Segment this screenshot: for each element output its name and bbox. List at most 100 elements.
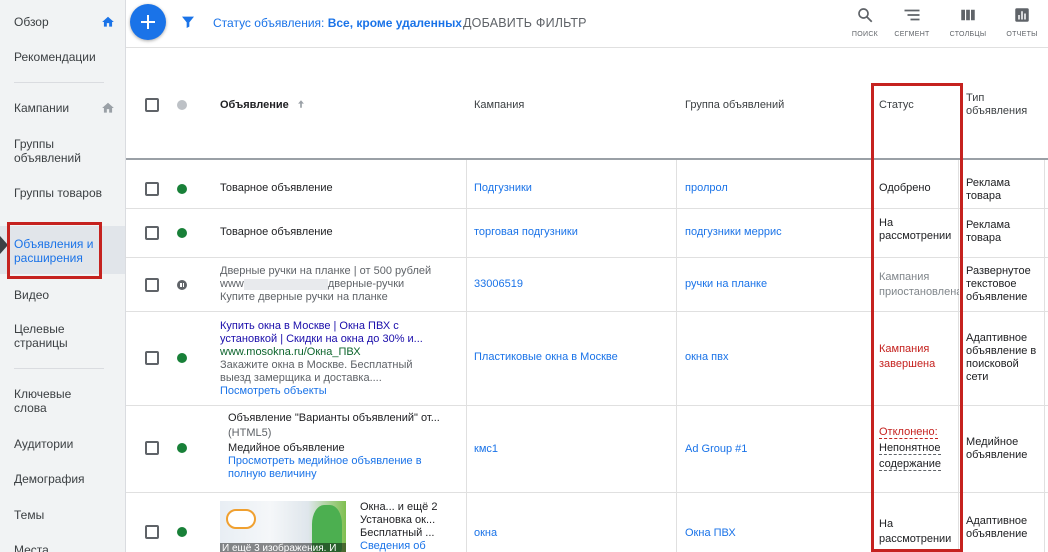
header-adgroup[interactable]: Группа объявлений — [685, 99, 784, 112]
status-filter-chip[interactable]: Статус объявления: Все, кроме удаленных — [213, 16, 462, 30]
header-campaign[interactable]: Кампания — [474, 99, 524, 112]
thumbnail-caption: И ещё 3 изображения. И — [220, 543, 346, 552]
sidebar-item-keywords[interactable]: Ключевые слова — [0, 387, 80, 415]
ad-details-link[interactable]: Сведения об — [360, 540, 460, 552]
select-all-checkbox[interactable] — [145, 98, 159, 112]
adgroup-link[interactable]: ручки на планке — [685, 278, 767, 291]
highlight-frame-status-column — [871, 83, 963, 552]
campaign-link[interactable]: Подгузники — [474, 182, 532, 195]
ad-type: Развернутое текстовое объявление — [966, 265, 1031, 303]
filter-icon[interactable] — [180, 14, 196, 30]
status-dot-enabled — [177, 184, 187, 194]
search-tool-button[interactable]: ПОИСК — [845, 6, 885, 38]
sidebar-item-video[interactable]: Видео — [0, 288, 125, 302]
adgroup-link[interactable]: подгузники меррис — [685, 226, 782, 239]
adgroup-link[interactable]: пролрол — [685, 182, 728, 195]
ad-format: (HTML5) — [228, 427, 272, 439]
campaign-link[interactable]: 33006519 — [474, 278, 523, 291]
sidebar-item-overview[interactable]: Обзор — [0, 15, 125, 29]
ad-headline: Окна... и ещё 2 — [360, 501, 438, 513]
sidebar-item-label: Кампании — [14, 101, 70, 115]
ad-display-url: www дверные-ручки — [220, 278, 460, 291]
reports-icon — [1015, 8, 1029, 22]
sidebar-item-label: Группы товаров — [14, 186, 102, 200]
ad-type: Адаптивное объявление в поисковой сети — [966, 332, 1037, 383]
row-checkbox[interactable] — [145, 278, 159, 292]
ad-url-suffix: дверные-ручки — [327, 278, 405, 290]
home-icon — [102, 16, 114, 27]
ad-headline: Дверные ручки на планке | от 500 рублей — [220, 265, 432, 277]
sidebar-item-audiences[interactable]: Аудитории — [0, 437, 125, 451]
sidebar-item-recommendations[interactable]: Рекомендации — [0, 50, 125, 64]
status-dot-enabled — [177, 228, 187, 238]
ad-headline-2[interactable]: установкой | Скидки на окна до 30% и... — [220, 333, 460, 346]
ad-description: Купите дверные ручки на планке — [220, 291, 388, 303]
sidebar-item-label: Обзор — [14, 15, 49, 29]
sidebar-item-placements[interactable]: Места — [0, 543, 125, 552]
campaign-link[interactable]: кмс1 — [474, 443, 498, 456]
ad-sitelink[interactable]: Посмотреть объекты — [220, 385, 460, 398]
adgroup-link[interactable]: Окна ПВХ — [685, 527, 736, 540]
status-dot-paused — [177, 280, 187, 290]
sidebar-item-topics[interactable]: Темы — [0, 508, 125, 522]
sidebar-divider — [14, 368, 104, 369]
status-dot-enabled — [177, 527, 187, 537]
ads-table: Объявление Кампания Группа объявлений Ст… — [126, 48, 1048, 552]
sidebar-divider — [14, 82, 104, 83]
row-checkbox[interactable] — [145, 441, 159, 455]
row-checkbox[interactable] — [145, 525, 159, 539]
ad-url-prefix: www — [220, 278, 244, 290]
search-icon — [858, 8, 873, 23]
campaign-link[interactable]: торговая подгузники — [474, 226, 578, 239]
row-checkbox[interactable] — [145, 226, 159, 240]
header-ad-label: Объявление — [220, 99, 289, 111]
campaign-link[interactable]: Пластиковые окна в Москве — [474, 351, 618, 364]
ad-type: Реклама товара — [966, 219, 1011, 244]
highlight-frame-sidebar — [7, 222, 102, 279]
segment-tool-button[interactable]: СЕГМЕНТ — [892, 6, 932, 38]
add-filter-button[interactable]: ДОБАВИТЬ ФИЛЬТР — [463, 16, 587, 30]
sidebar-item-label: Видео — [14, 288, 50, 302]
ad-description: Бесплатный ... — [360, 527, 435, 539]
sidebar-item-label: Аудитории — [14, 437, 74, 451]
ad-description-2: выезд замерщика и доставка.... — [220, 372, 382, 384]
adgroup-link[interactable]: Ad Group #1 — [685, 443, 747, 456]
header-ad[interactable]: Объявление — [220, 99, 306, 112]
status-filter-value: Все, кроме удаленных — [327, 16, 462, 30]
add-button[interactable] — [130, 4, 166, 40]
sort-arrow-up-icon — [297, 100, 304, 108]
ad-preview: Купить окна в Москве | Окна ПВХ с устано… — [220, 320, 460, 398]
ad-headline: Объявление "Варианты объявлений" от... — [228, 412, 440, 424]
ad-headline[interactable]: Купить окна в Москве | Окна ПВХ с — [220, 320, 460, 333]
sidebar-item-label: Темы — [14, 508, 45, 522]
columns-tool-button[interactable]: СТОЛБЦЫ — [948, 6, 988, 38]
sidebar-item-demographics[interactable]: Демография — [0, 472, 125, 486]
ad-preview: Дверные ручки на планке | от 500 рублей … — [220, 265, 460, 304]
ad-view-full-link[interactable]: Просмотреть медийное объявление в полную… — [228, 455, 458, 481]
ad-preview: Объявление "Варианты объявлений" от... (… — [228, 412, 458, 481]
row-checkbox[interactable] — [145, 182, 159, 196]
ad-type: Адаптивное объявление — [966, 515, 1028, 540]
segment-tool-label: СЕГМЕНТ — [894, 31, 930, 38]
adgroup-link[interactable]: окна пвх — [685, 351, 728, 364]
sidebar-item-label: Группы объявлений — [14, 137, 81, 165]
cloud-icon — [226, 509, 256, 529]
columns-icon — [961, 9, 975, 21]
campaign-link[interactable]: окна — [474, 527, 497, 540]
ad-text: Товарное объявление — [220, 226, 333, 238]
ad-text: Товарное объявление — [220, 182, 333, 194]
status-header-dot — [177, 100, 187, 110]
ad-headline-2: Установка ок... — [360, 514, 436, 526]
reports-tool-label: ОТЧЕТЫ — [1006, 31, 1038, 38]
sidebar-item-product-groups[interactable]: Группы товаров — [0, 186, 125, 200]
reports-tool-button[interactable]: ОТЧЕТЫ — [1002, 6, 1042, 38]
row-checkbox[interactable] — [145, 351, 159, 365]
sidebar-item-campaigns[interactable]: Кампании — [0, 101, 125, 115]
sidebar-item-landing-pages[interactable]: Целевые страницы — [0, 322, 90, 350]
header-type[interactable]: Тип объявления — [966, 92, 1032, 118]
search-tool-label: ПОИСК — [851, 31, 879, 38]
ad-image-thumbnail[interactable]: И ещё 3 изображения. И — [220, 501, 346, 552]
sidebar-item-adgroups[interactable]: Группы объявлений — [0, 137, 100, 165]
sidebar-item-label: Ключевые слова — [14, 387, 72, 415]
redacted-block — [243, 278, 328, 290]
